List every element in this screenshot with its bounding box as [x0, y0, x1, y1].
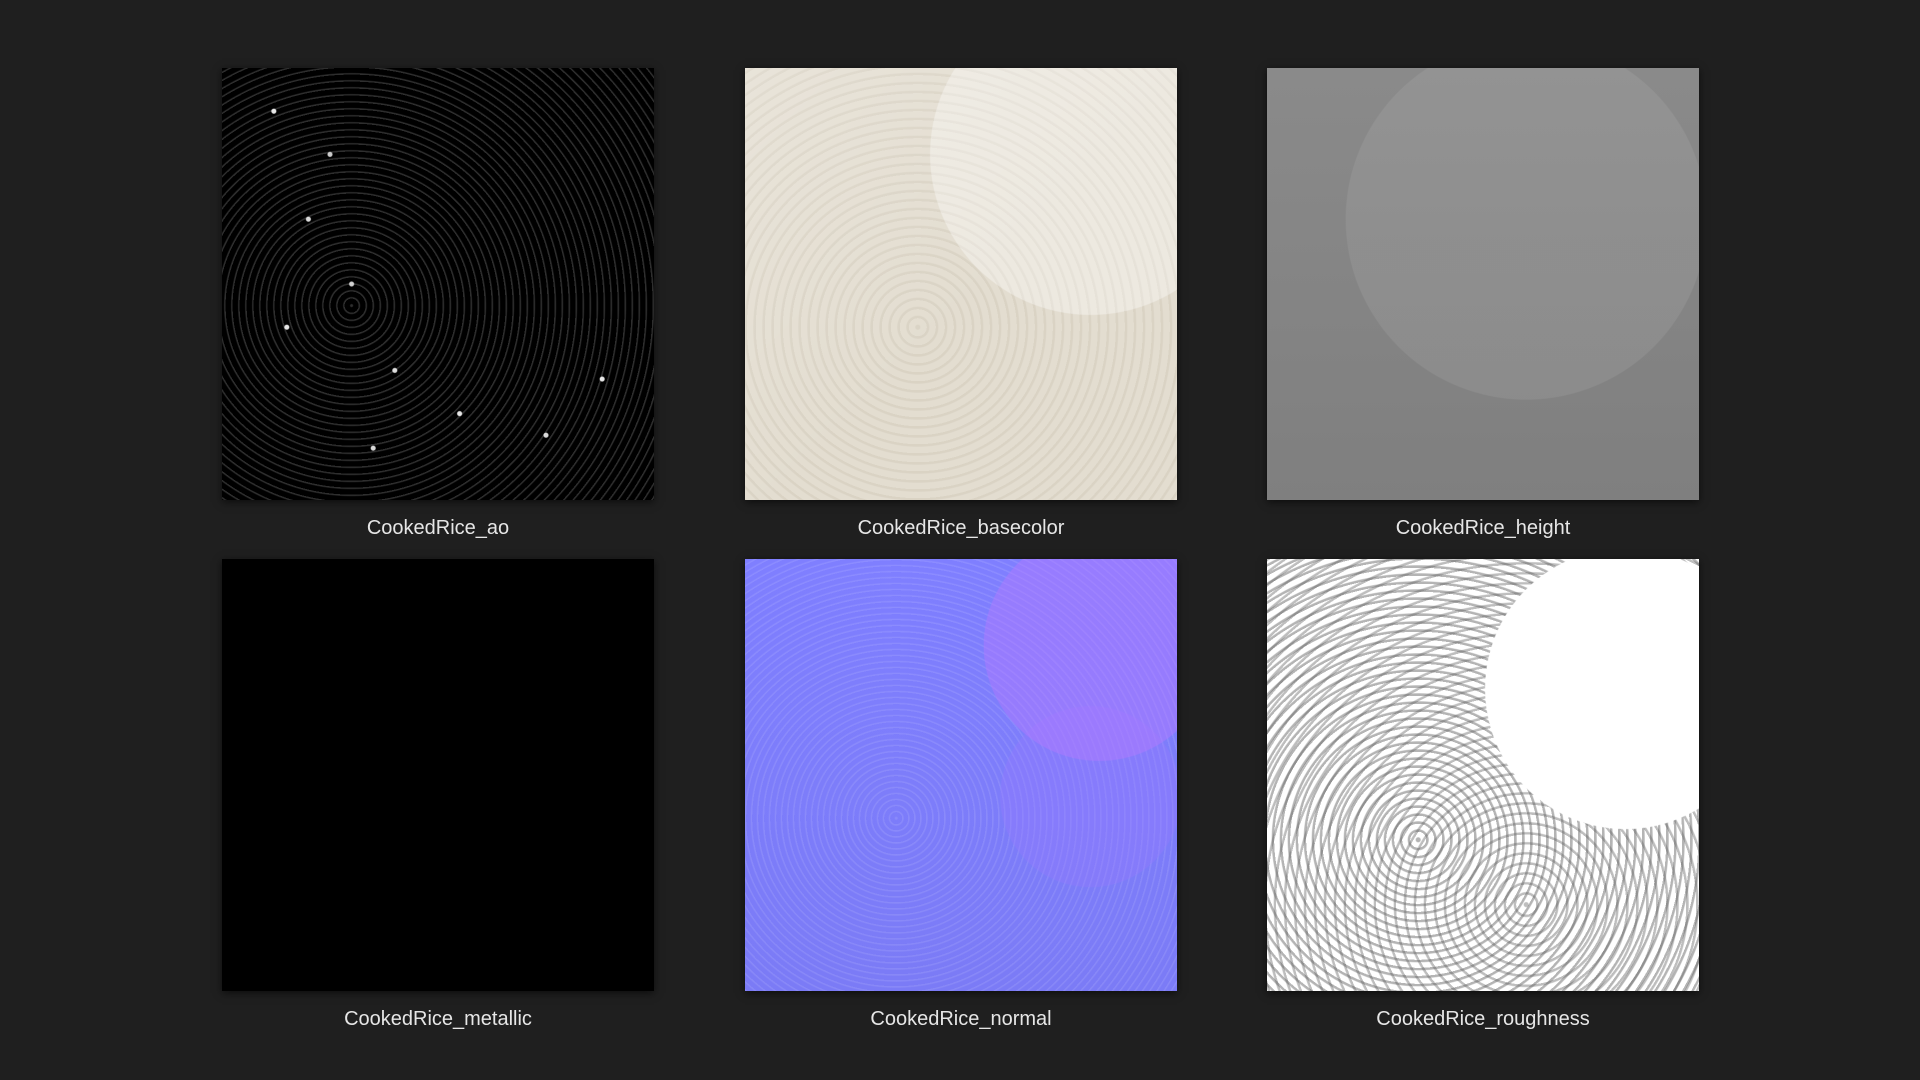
texture-label-ao: CookedRice_ao [366, 517, 510, 539]
texture-label-metallic: CookedRice_metallic [344, 1008, 532, 1030]
texture-thumbnail-height[interactable] [1267, 68, 1699, 500]
texture-thumbnail-metallic[interactable] [222, 559, 654, 991]
texture-label-height: CookedRice_height [1395, 517, 1571, 539]
texture-item-height[interactable]: CookedRice_height [1267, 68, 1699, 540]
texture-thumbnail-ao[interactable] [222, 68, 654, 500]
texture-label-normal: CookedRice_normal [870, 1008, 1052, 1030]
texture-item-roughness[interactable]: CookedRice_roughness [1267, 559, 1699, 1031]
texture-item-metallic[interactable]: CookedRice_metallic [222, 559, 654, 1031]
texture-thumbnail-grid: CookedRice_ao CookedRice_basecolor Cooke… [0, 0, 1920, 1080]
texture-thumbnail-normal[interactable] [745, 559, 1177, 991]
texture-thumbnail-roughness[interactable] [1267, 559, 1699, 991]
texture-label-basecolor: CookedRice_basecolor [857, 517, 1065, 539]
texture-item-basecolor[interactable]: CookedRice_basecolor [745, 68, 1177, 540]
texture-thumbnail-basecolor[interactable] [745, 68, 1177, 500]
texture-item-normal[interactable]: CookedRice_normal [745, 559, 1177, 1031]
texture-label-roughness: CookedRice_roughness [1376, 1008, 1590, 1030]
texture-item-ao[interactable]: CookedRice_ao [222, 68, 654, 540]
